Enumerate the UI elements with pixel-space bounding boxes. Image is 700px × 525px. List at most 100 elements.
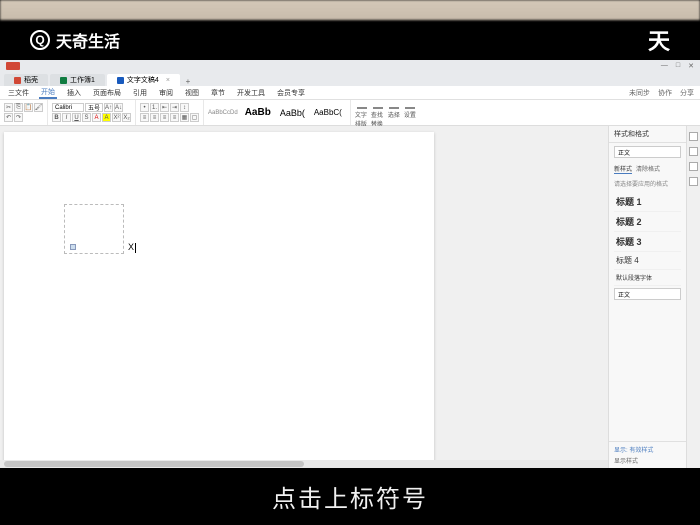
format-painter-button[interactable]: 🖌 — [34, 103, 43, 112]
style-item-h2[interactable]: 标题 2 — [614, 212, 681, 232]
collab-button[interactable]: 协作 — [658, 88, 672, 98]
paragraph-group: • 1. ⇤ ⇥ ↕ ≡ ≡ ≡ ≡ ▦ ▢ — [136, 100, 204, 125]
show-filter[interactable]: 显示: 有效样式 — [614, 445, 681, 454]
font-name-select[interactable]: Calibri — [52, 103, 84, 112]
numbering-button[interactable]: 1. — [150, 103, 159, 112]
menu-review[interactable]: 审阅 — [157, 88, 175, 98]
horizontal-scrollbar[interactable] — [0, 460, 608, 468]
document-tabs: 稻壳 工作簿1 文字文稿4 × + — [0, 72, 700, 86]
panel-icon-4[interactable] — [689, 177, 698, 186]
new-style-tab[interactable]: 新样式 — [614, 164, 632, 174]
share-button[interactable]: 分享 — [680, 88, 694, 98]
right-icon-bar — [686, 126, 700, 468]
corner-text: 天 — [648, 24, 670, 56]
bold-button[interactable]: B — [52, 113, 61, 122]
current-style-display[interactable]: 正文 — [614, 146, 681, 158]
new-tab-button[interactable]: + — [182, 76, 194, 86]
font-group: Calibri 五号 A↑ A↓ B I U S A A X² X₂ — [48, 100, 136, 125]
highlight-button[interactable]: A — [102, 113, 111, 122]
bullets-button[interactable]: • — [140, 103, 149, 112]
underline-button[interactable]: U — [72, 113, 81, 122]
logo-icon — [30, 30, 50, 50]
style-item-h1[interactable]: 标题 1 — [614, 192, 681, 212]
redo-button[interactable]: ↷ — [14, 113, 23, 122]
undo-button[interactable]: ↶ — [4, 113, 13, 122]
shading-button[interactable]: ▦ — [180, 113, 189, 122]
style-item-default-font[interactable]: 默认段落字体 — [614, 270, 681, 286]
tab-icon — [14, 77, 21, 84]
tab-document-active[interactable]: 文字文稿4 × — [107, 74, 180, 86]
borders-button[interactable]: ▢ — [190, 113, 199, 122]
blurred-background — [0, 0, 700, 20]
document-text[interactable]: X — [128, 242, 136, 253]
ribbon-toolbar: ✂ ⎘ 📋 🖌 ↶ ↷ Calibri 五号 A↑ A↓ — [0, 100, 700, 126]
find-replace-button[interactable]: 查找替换 — [371, 107, 385, 119]
indent-inc-button[interactable]: ⇥ — [170, 103, 179, 112]
style-item-h4[interactable]: 标题 4 — [614, 252, 681, 270]
menu-vip[interactable]: 会员专享 — [275, 88, 307, 98]
align-center-button[interactable]: ≡ — [150, 113, 159, 122]
style-h2[interactable]: AaBbC( — [310, 106, 346, 119]
font-color-button[interactable]: A — [92, 113, 101, 122]
sync-status[interactable]: 未同步 — [629, 88, 650, 98]
menu-references[interactable]: 引用 — [131, 88, 149, 98]
menu-view[interactable]: 视图 — [183, 88, 201, 98]
scrollbar-thumb[interactable] — [4, 461, 304, 467]
text-tools-button[interactable]: 文字排版 — [355, 107, 369, 119]
styles-group: AaBbCcDd AaBb AaBb( AaBbC( — [204, 100, 351, 125]
style-item-body[interactable]: 正文 — [614, 288, 681, 300]
clear-format-tab[interactable]: 清除格式 — [636, 164, 660, 174]
panel-icon-1[interactable] — [689, 132, 698, 141]
shrink-font-button[interactable]: A↓ — [114, 103, 123, 112]
menu-start[interactable]: 开始 — [39, 87, 57, 99]
wps-application: — □ ✕ 稻壳 工作簿1 文字文稿4 × + 三文件 开始 插入 页面布局 引… — [0, 60, 700, 468]
align-justify-button[interactable]: ≡ — [170, 113, 179, 122]
tab-close-icon[interactable]: × — [166, 77, 170, 84]
tab-label: 工作簿1 — [70, 75, 95, 85]
copy-button[interactable]: ⎘ — [14, 103, 23, 112]
settings-button[interactable]: 设置 — [403, 107, 417, 119]
line-spacing-button[interactable]: ↕ — [180, 103, 189, 112]
tab-workbook[interactable]: 工作簿1 — [50, 74, 105, 86]
wps-icon — [6, 62, 20, 70]
menu-insert[interactable]: 插入 — [65, 88, 83, 98]
select-button[interactable]: 选择 — [387, 107, 401, 119]
main-area: X 样式和格式 正文 新样式 清除格式 请选择要应用的格式 标题 1 标题 2 … — [0, 126, 700, 468]
strike-button[interactable]: S — [82, 113, 91, 122]
menu-layout[interactable]: 页面布局 — [91, 88, 123, 98]
panel-icon-2[interactable] — [689, 147, 698, 156]
subtitle-caption: 点击上标符号 — [272, 479, 428, 514]
window-controls: — □ ✕ — [661, 62, 694, 70]
menu-sections[interactable]: 章节 — [209, 88, 227, 98]
italic-button[interactable]: I — [62, 113, 71, 122]
tab-label: 文字文稿4 — [127, 75, 159, 85]
close-button[interactable]: ✕ — [688, 62, 694, 70]
style-h1[interactable]: AaBb( — [276, 106, 309, 120]
align-left-button[interactable]: ≡ — [140, 113, 149, 122]
titlebar: — □ ✕ — [0, 60, 700, 72]
tab-home[interactable]: 稻壳 — [4, 74, 48, 86]
style-normal[interactable]: AaBb — [241, 105, 275, 120]
document-viewport[interactable]: X — [0, 126, 608, 468]
paste-button[interactable]: 📋 — [24, 103, 33, 112]
style-item-h3[interactable]: 标题 3 — [614, 232, 681, 252]
grow-font-button[interactable]: A↑ — [104, 103, 113, 112]
show-styles-toggle[interactable]: 显示样式 — [614, 456, 681, 465]
video-overlay-header: 天奇生活 天 — [0, 20, 700, 60]
align-right-button[interactable]: ≡ — [160, 113, 169, 122]
menu-file[interactable]: 三文件 — [6, 88, 31, 98]
superscript-button[interactable]: X² — [112, 113, 121, 122]
subscript-button[interactable]: X₂ — [122, 113, 131, 122]
menu-devtools[interactable]: 开发工具 — [235, 88, 267, 98]
maximize-button[interactable]: □ — [676, 62, 680, 70]
font-size-select[interactable]: 五号 — [85, 103, 103, 112]
indent-dec-button[interactable]: ⇤ — [160, 103, 169, 112]
brand-logo: 天奇生活 — [30, 28, 120, 52]
ribbon-menu: 三文件 开始 插入 页面布局 引用 审阅 视图 章节 开发工具 会员专享 未同步… — [0, 86, 700, 100]
cut-button[interactable]: ✂ — [4, 103, 13, 112]
video-caption-bar: 点击上标符号 — [0, 468, 700, 525]
minimize-button[interactable]: — — [661, 62, 668, 70]
tab-label: 稻壳 — [24, 75, 38, 85]
document-page[interactable]: X — [4, 132, 434, 468]
panel-icon-3[interactable] — [689, 162, 698, 171]
